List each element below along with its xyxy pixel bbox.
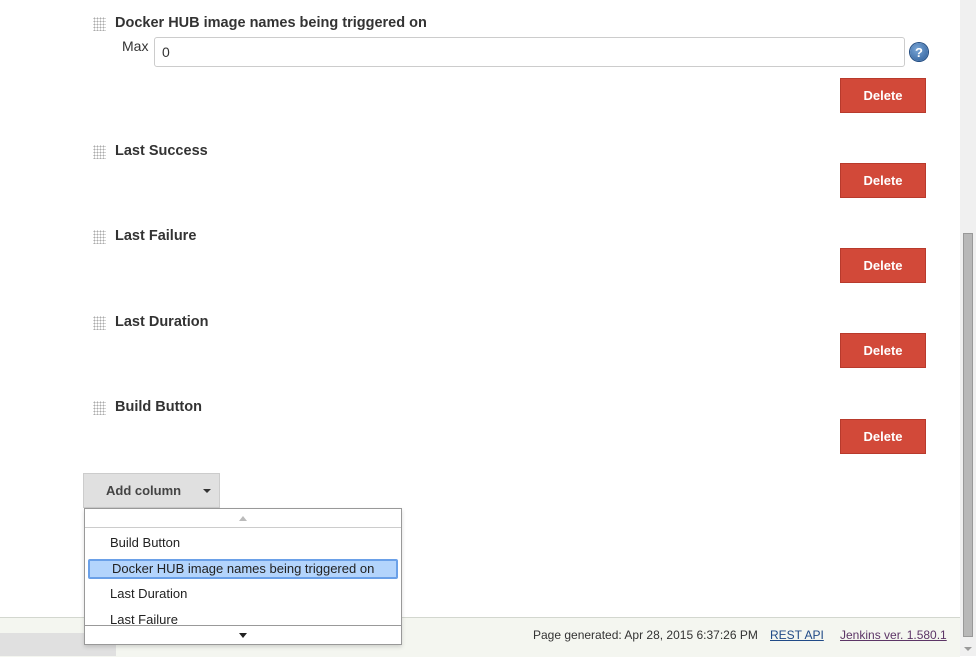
drag-handle-icon[interactable]: [93, 316, 106, 330]
column-title: Last Failure: [115, 228, 197, 244]
vertical-scrollbar[interactable]: [960, 0, 976, 656]
menu-item-docker-hub[interactable]: Docker HUB image names being triggered o…: [88, 559, 398, 579]
add-column-button[interactable]: Add column: [83, 473, 220, 508]
page-generated: Page generated: Apr 28, 2015 6:37:26 PM: [533, 628, 758, 642]
column-docker-hub: Docker HUB image names being triggered o…: [93, 15, 928, 117]
scrollbar-thumb[interactable]: [963, 233, 973, 637]
column-build-button: Build Button Delete: [93, 399, 928, 456]
column-title: Last Duration: [115, 314, 209, 330]
menu-item-build-button[interactable]: Build Button: [88, 533, 398, 553]
drag-handle-icon[interactable]: [93, 401, 106, 415]
delete-button[interactable]: Delete: [840, 78, 926, 113]
column-title: Docker HUB image names being triggered o…: [115, 15, 427, 31]
drag-handle-icon[interactable]: [93, 17, 106, 31]
column-last-duration: Last Duration Delete: [93, 314, 928, 371]
drag-handle-icon[interactable]: [93, 230, 106, 244]
column-last-failure: Last Failure Delete: [93, 228, 928, 285]
arrow-down-icon: [239, 633, 247, 638]
menu-item-last-duration[interactable]: Last Duration: [88, 584, 398, 604]
add-column-label: Add column: [106, 483, 182, 498]
add-column-menu: Build Button Docker HUB image names bein…: [84, 508, 402, 645]
chevron-down-icon: [203, 489, 211, 493]
delete-button[interactable]: Delete: [840, 248, 926, 283]
column-title: Build Button: [115, 399, 202, 415]
scroll-down-arrow-icon[interactable]: [964, 647, 972, 651]
arrow-up-icon: [239, 516, 247, 521]
menu-list: Build Button Docker HUB image names bein…: [85, 528, 401, 627]
delete-button[interactable]: Delete: [840, 163, 926, 198]
delete-button[interactable]: Delete: [840, 419, 926, 454]
jenkins-version-link[interactable]: Jenkins ver. 1.580.1: [840, 628, 947, 642]
menu-scroll-up[interactable]: [85, 509, 401, 528]
column-last-success: Last Success Delete: [93, 143, 928, 200]
help-icon[interactable]: ?: [910, 43, 928, 61]
menu-scroll-down[interactable]: [85, 625, 401, 644]
column-title: Last Success: [115, 143, 208, 159]
rest-api-link[interactable]: REST API: [770, 628, 824, 642]
page: Docker HUB image names being triggered o…: [0, 0, 960, 657]
delete-button[interactable]: Delete: [840, 333, 926, 368]
drag-handle-icon[interactable]: [93, 145, 106, 159]
max-label: Max: [122, 38, 149, 54]
max-input[interactable]: [154, 37, 905, 67]
